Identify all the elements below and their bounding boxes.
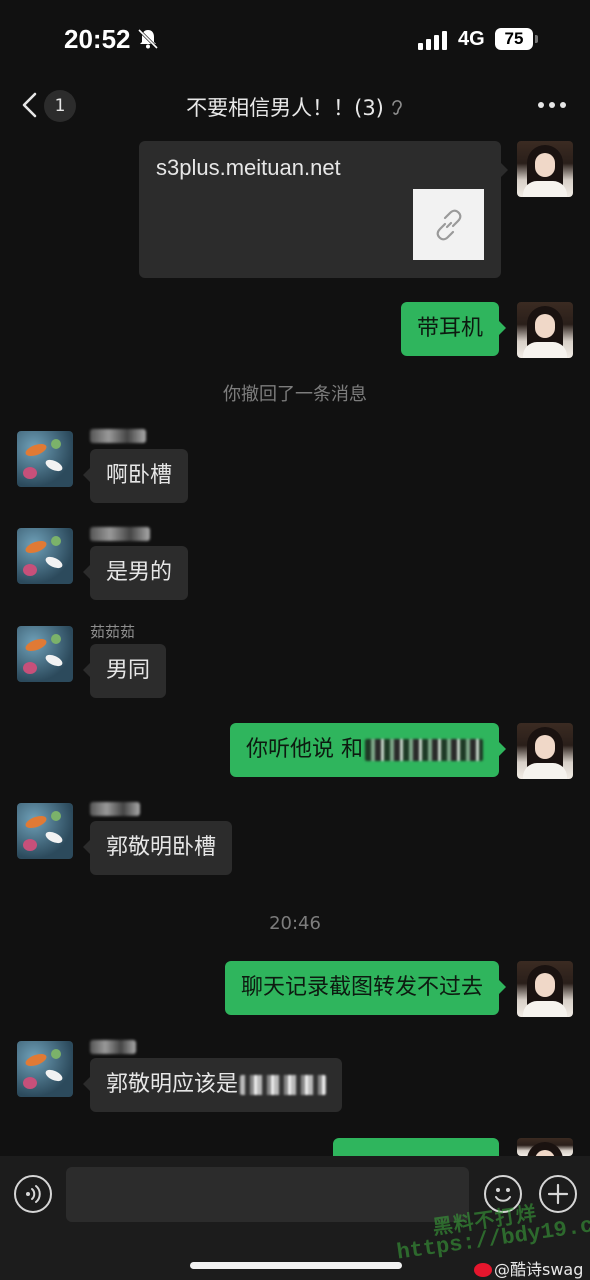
chat-header: 1 不要相信男人！！(3) [0,80,590,132]
battery-level: 75 [504,29,524,48]
battery-tip [535,35,538,43]
redacted-text [240,1075,327,1095]
message-bubble-incoming[interactable]: 啊卧槽 [82,449,189,503]
message-bubble-incoming[interactable]: 郭敬明应该是 [82,1058,343,1112]
chat-timestamp: 20:46 [269,913,321,934]
link-card-message[interactable]: s3plus.meituan.net [139,141,508,278]
contact-avatar[interactable] [17,626,73,682]
sender-name-redacted [90,426,146,444]
message-bubble-outgoing[interactable]: 你听他说 和 [230,723,506,777]
my-avatar[interactable] [517,141,573,197]
ear-icon [392,100,402,115]
voice-input-button[interactable] [14,1175,52,1213]
link-thumbnail [413,189,484,260]
message-bubble-outgoing[interactable]: 带耳机 [400,302,507,356]
contact-avatar[interactable] [17,528,73,584]
contact-avatar[interactable] [17,803,73,859]
home-indicator[interactable] [190,1262,402,1269]
message-text-input[interactable] [66,1167,469,1222]
plus-icon [547,1183,569,1205]
status-time: 20:52 [64,24,131,54]
sender-name: 茹茹茹 [90,623,136,641]
recalled-notice: 你撤回了一条消息 [223,384,367,405]
chat-title: 不要相信男人！！(3) [0,92,590,122]
redacted-text [365,739,483,761]
battery-icon: 75 [495,28,533,50]
sender-name-redacted [90,524,150,542]
my-avatar[interactable] [517,723,573,779]
message-bubble-outgoing[interactable]: 聊天记录截图转发不过去 [224,961,507,1015]
more-functions-button[interactable] [539,1175,577,1213]
weibo-icon [474,1263,492,1277]
contact-avatar[interactable] [17,1041,73,1097]
network-type: 4G [458,28,485,50]
my-avatar[interactable] [517,1138,573,1156]
sender-name-redacted [90,799,140,817]
message-bubble-incoming[interactable]: 是男的 [82,546,189,600]
bell-muted-icon [137,28,159,50]
message-text: 郭敬明应该是 [106,1072,239,1097]
link-url: s3plus.meituan.net [156,155,341,180]
message-bubble-incoming[interactable]: 郭敬明卧槽 [82,821,233,875]
contact-avatar[interactable] [17,431,73,487]
sender-name-redacted [90,1037,136,1055]
my-avatar[interactable] [517,302,573,358]
message-text: 你听他说 和 [246,737,363,762]
message-bubble-outgoing-partial[interactable] [333,1138,506,1171]
chat-title-text: 不要相信男人！！(3) [186,96,384,120]
weibo-watermark: @酷诗swag [474,1256,583,1280]
status-bar: 20:52 4G 75 [0,0,590,80]
weibo-handle: @酷诗swag [494,1260,584,1279]
link-icon [436,209,462,241]
cellular-signal-icon [418,31,447,50]
my-avatar[interactable] [517,961,573,1017]
message-bubble-incoming[interactable]: 男同 [82,644,167,698]
voice-wave-icon [26,1185,41,1203]
more-options-icon[interactable] [537,101,567,109]
